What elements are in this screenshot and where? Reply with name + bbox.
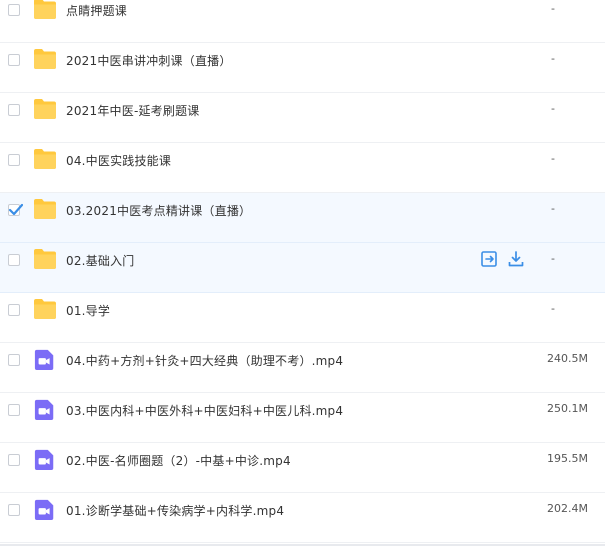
file-row[interactable]: 04.中药+方剂+针灸+四大经典（助理不考）.mp4 240.5M <box>0 343 605 393</box>
folder-icon <box>34 199 56 219</box>
file-row[interactable]: 02.中医-名师圈题（2）-中基+中诊.mp4 195.5M <box>0 443 605 493</box>
file-name[interactable]: 2021中医串讲冲刺课（直播） <box>66 52 232 69</box>
file-list: 点睛押题课 - 2021中医串讲冲刺课（直播） - 2021年中医-延考刷题课 … <box>0 0 605 546</box>
file-row[interactable]: 点睛押题课 - <box>0 0 605 43</box>
share-icon[interactable] <box>480 250 498 268</box>
file-size: - <box>551 302 555 315</box>
file-row-hover[interactable]: 02.基础入门 - <box>0 243 605 293</box>
row-checkbox[interactable] <box>8 304 20 316</box>
file-size: - <box>551 152 555 165</box>
folder-icon <box>34 0 56 19</box>
file-name[interactable]: 04.中药+方剂+针灸+四大经典（助理不考）.mp4 <box>66 352 343 369</box>
row-checkbox[interactable] <box>8 4 20 16</box>
file-size: - <box>551 52 555 65</box>
folder-icon <box>34 249 56 269</box>
file-size: - <box>551 102 555 115</box>
row-checkbox[interactable] <box>8 154 20 166</box>
file-name[interactable]: 02.基础入门 <box>66 252 134 269</box>
row-checkbox[interactable] <box>8 354 20 366</box>
download-icon[interactable] <box>507 250 525 268</box>
video-file-icon <box>34 499 54 520</box>
file-row-selected[interactable]: 03.2021中医考点精讲课（直播） - <box>0 193 605 243</box>
folder-icon <box>34 49 56 69</box>
file-name[interactable]: 2021年中医-延考刷题课 <box>66 102 199 119</box>
file-name[interactable]: 02.中医-名师圈题（2）-中基+中诊.mp4 <box>66 452 291 469</box>
file-row[interactable]: 2021年中医-延考刷题课 - <box>0 93 605 143</box>
file-size: 240.5M <box>547 352 588 365</box>
file-row[interactable]: 03.中医内科+中医外科+中医妇科+中医儿科.mp4 250.1M <box>0 393 605 443</box>
file-size: 195.5M <box>547 452 588 465</box>
file-row[interactable]: 01.诊断学基础+传染病学+内科学.mp4 202.4M <box>0 493 605 543</box>
file-size: - <box>551 202 555 215</box>
file-size: - <box>551 252 555 265</box>
file-name[interactable]: 01.导学 <box>66 302 110 319</box>
file-size: - <box>551 2 555 15</box>
row-checkbox-checked[interactable] <box>8 203 23 216</box>
file-row[interactable]: 04.中医实践技能课 - <box>0 143 605 193</box>
row-checkbox[interactable] <box>8 504 20 516</box>
video-file-icon <box>34 399 54 420</box>
file-name[interactable]: 点睛押题课 <box>66 2 127 19</box>
row-checkbox[interactable] <box>8 254 20 266</box>
file-row[interactable]: 2021中医串讲冲刺课（直播） - <box>0 43 605 93</box>
file-row[interactable]: 01.导学 - <box>0 293 605 343</box>
file-name[interactable]: 04.中医实践技能课 <box>66 152 171 169</box>
row-checkbox[interactable] <box>8 104 20 116</box>
row-checkbox[interactable] <box>8 404 20 416</box>
file-name[interactable]: 03.2021中医考点精讲课（直播） <box>66 202 251 219</box>
file-size: 250.1M <box>547 402 588 415</box>
folder-icon <box>34 299 56 319</box>
video-file-icon <box>34 449 54 470</box>
row-checkbox[interactable] <box>8 454 20 466</box>
check-icon <box>8 203 23 216</box>
video-file-icon <box>34 349 54 370</box>
file-name[interactable]: 03.中医内科+中医外科+中医妇科+中医儿科.mp4 <box>66 402 343 419</box>
row-checkbox[interactable] <box>8 54 20 66</box>
folder-icon <box>34 149 56 169</box>
file-name[interactable]: 01.诊断学基础+传染病学+内科学.mp4 <box>66 502 284 519</box>
file-size: 202.4M <box>547 502 588 515</box>
folder-icon <box>34 99 56 119</box>
